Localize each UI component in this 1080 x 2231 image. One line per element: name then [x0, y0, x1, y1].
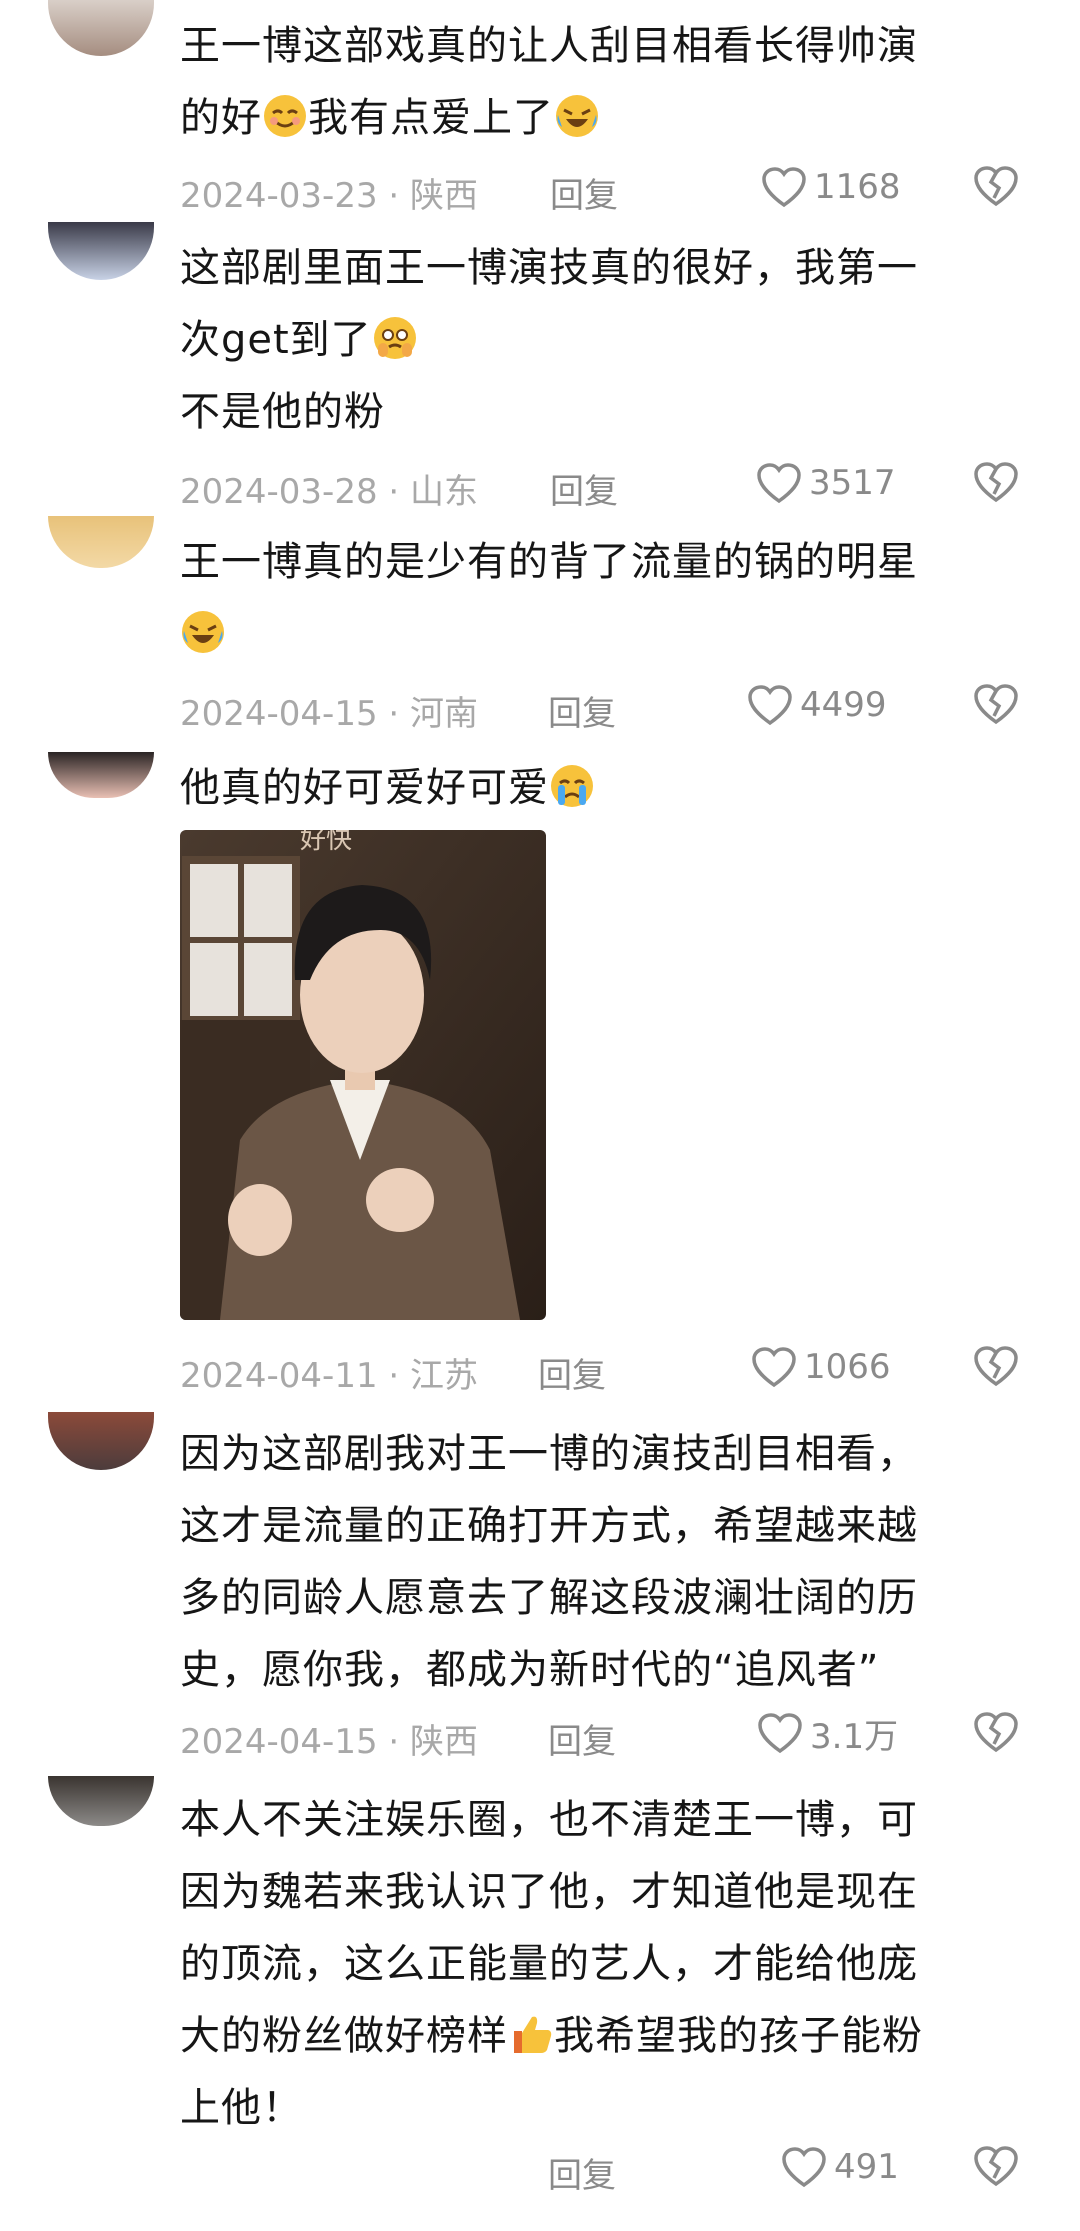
broken-heart-icon[interactable]: [972, 1342, 1020, 1390]
comment-image[interactable]: 好快: [180, 830, 546, 1320]
comment-date: 2024-04-11 · 江苏: [180, 1356, 479, 1396]
heart-icon: [757, 463, 801, 504]
comment-date: 2024-03-23 · 陕西: [180, 176, 479, 216]
broken-heart-icon[interactable]: [972, 2142, 1020, 2190]
like-button[interactable]: 1168: [760, 162, 901, 212]
comment-date: 2024-04-15 · 陕西: [180, 1722, 479, 1762]
comment-meta: 2024-03-28 · 山东 回复 3517: [180, 458, 1020, 512]
heart-icon: [782, 2147, 826, 2188]
comment-meta: 2024-04-15 · 陕西 回复 3.1万: [180, 1708, 1020, 1762]
comment-meta: 2024-03-23 · 陕西 回复 1168: [180, 162, 1020, 216]
like-count: 3.1万: [810, 1716, 899, 1757]
crying-laughing-face-icon: [180, 606, 226, 653]
comment-text: 他真的好可爱好可爱: [180, 752, 1020, 824]
heart-icon: [758, 1713, 802, 1754]
broken-heart-icon[interactable]: [972, 458, 1020, 506]
reply-button[interactable]: 回复: [550, 464, 618, 513]
comment-text: 因为这部剧我对王一博的演技刮目相看， 这才是流量的正确打开方式，希望越来越 多的…: [180, 1431, 918, 1693]
like-button[interactable]: 491: [780, 2142, 899, 2192]
broken-heart-icon[interactable]: [972, 162, 1020, 210]
comment-text: 王一博这部戏真的让人刮目相看长得帅演 的好 我有点爱上了: [180, 23, 918, 141]
reply-button[interactable]: 回复: [548, 2148, 616, 2197]
comment-date: 2024-04-15 · 河南: [180, 694, 479, 734]
comment-meta: 2024-04-11 · 江苏 回复 1066: [180, 1342, 1020, 1396]
reply-button[interactable]: 回复: [538, 1348, 606, 1397]
like-count: 1066: [804, 1347, 891, 1387]
avatar[interactable]: [48, 752, 154, 798]
thumbs-up-icon: [508, 2008, 554, 2054]
avatar[interactable]: [48, 0, 154, 56]
crying-face-icon: [549, 760, 595, 807]
smiling-face-icon: [262, 90, 308, 137]
comment-meta: 回复 491: [180, 2142, 1020, 2196]
comment-text: 王一博真的是少有的背了流量的锅的明星: [180, 526, 1020, 670]
like-count: 491: [834, 2147, 899, 2187]
crying-laughing-face-icon: [554, 90, 600, 137]
reply-button[interactable]: 回复: [548, 1714, 616, 1763]
broken-heart-icon[interactable]: [972, 1708, 1020, 1756]
heart-icon: [762, 167, 806, 208]
avatar[interactable]: [48, 1776, 154, 1826]
avatar[interactable]: [48, 1412, 154, 1470]
reply-button[interactable]: 回复: [548, 686, 616, 735]
like-count: 3517: [809, 463, 896, 503]
like-button[interactable]: 3.1万: [756, 1708, 898, 1758]
comment-date: 2024-03-28 · 山东: [180, 472, 479, 512]
comment-text: 这部剧里面王一博演技真的很好，我第一 次get到了 不是他的粉: [180, 245, 918, 435]
heart-icon: [752, 1347, 796, 1388]
holding-back-tears-face-icon: [372, 312, 418, 359]
like-count: 1168: [814, 167, 901, 207]
reply-button[interactable]: 回复: [550, 168, 618, 217]
like-button[interactable]: 1066: [750, 1342, 891, 1392]
heart-icon: [748, 685, 792, 726]
avatar[interactable]: [48, 516, 154, 568]
comment-meta: 2024-04-15 · 河南 回复 4499: [180, 680, 1020, 734]
broken-heart-icon[interactable]: [972, 680, 1020, 728]
avatar[interactable]: [48, 222, 154, 280]
like-count: 4499: [800, 685, 887, 725]
like-button[interactable]: 4499: [746, 680, 887, 730]
image-label: 好快: [300, 830, 352, 855]
comment-text: 本人不关注娱乐圈，也不清楚王一博，可 因为魏若来我认识了他，才知道他是现在 的顶…: [180, 1797, 923, 2131]
like-button[interactable]: 3517: [755, 458, 896, 508]
